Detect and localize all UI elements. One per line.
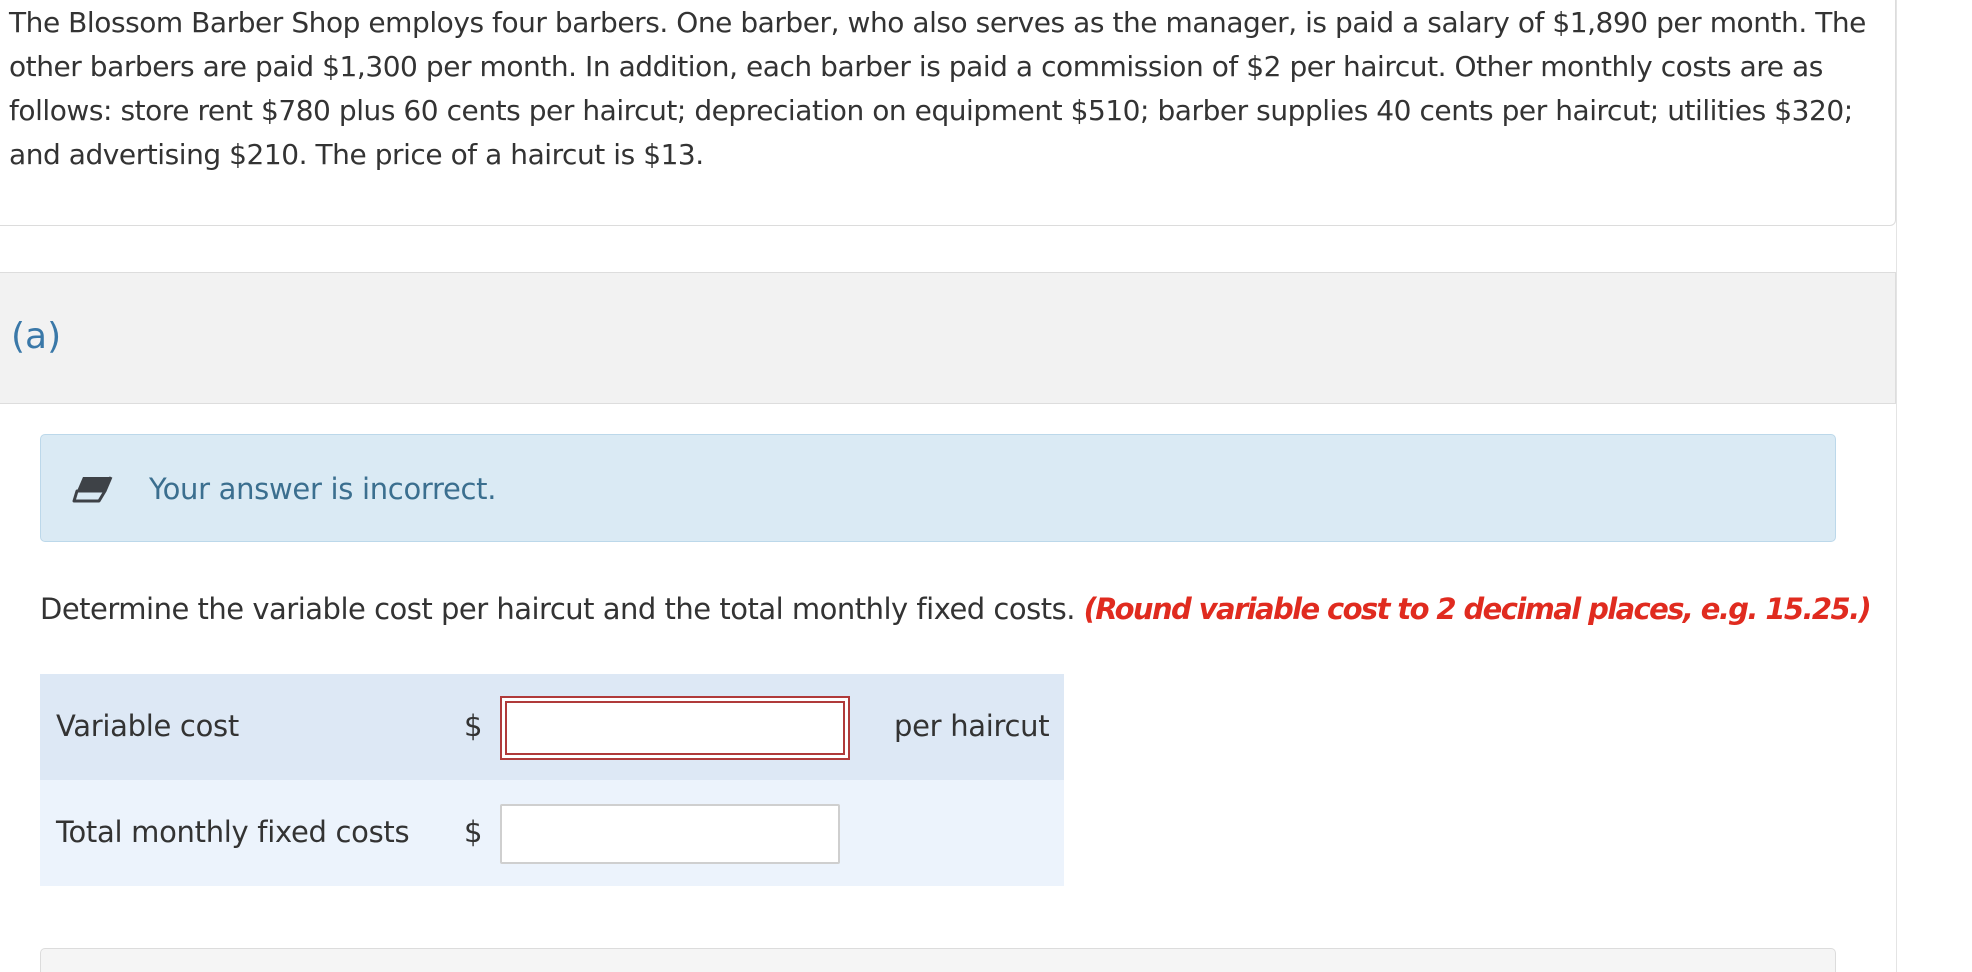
answer-table: Variable cost $ per haircut Total monthl… xyxy=(40,674,1064,886)
feedback-alert: Your answer is incorrect. xyxy=(40,434,1836,542)
question-instructions: Determine the variable cost per haircut … xyxy=(40,584,1872,634)
problem-card: The Blossom Barber Shop employs four bar… xyxy=(0,0,1896,226)
variable-cost-input[interactable] xyxy=(500,696,850,760)
rounding-hint: (Round variable cost to 2 decimal places… xyxy=(1083,592,1872,626)
instructions-text: Determine the variable cost per haircut … xyxy=(40,592,1075,626)
answer-row-variable-cost: Variable cost $ per haircut xyxy=(40,674,1064,780)
currency-symbol: $ xyxy=(464,709,483,743)
variable-cost-label: Variable cost xyxy=(56,709,239,743)
currency-symbol: $ xyxy=(464,815,483,849)
eraser-icon xyxy=(71,467,119,507)
problem-statement: The Blossom Barber Shop employs four bar… xyxy=(9,6,1866,171)
answer-row-fixed-costs: Total monthly fixed costs $ xyxy=(40,780,1064,886)
part-a-header[interactable]: (a) xyxy=(0,272,1896,404)
next-section-card xyxy=(40,948,1836,972)
feedback-message: Your answer is incorrect. xyxy=(149,472,497,506)
per-haircut-label: per haircut xyxy=(894,709,1050,743)
fixed-costs-label: Total monthly fixed costs xyxy=(56,815,410,849)
page-scrollbar[interactable] xyxy=(1896,0,1972,972)
page: The Blossom Barber Shop employs four bar… xyxy=(0,0,1972,972)
part-label: (a) xyxy=(11,316,62,357)
fixed-costs-input[interactable] xyxy=(500,804,840,864)
